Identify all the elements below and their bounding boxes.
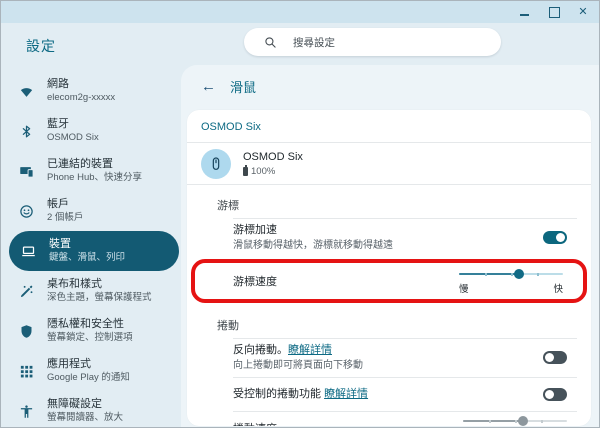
back-icon[interactable]: ← — [201, 79, 216, 94]
section-label-cursor: 游標 — [217, 200, 239, 212]
sidebar-item-sublabel: 深色主題，螢幕保護程式 — [47, 292, 152, 303]
close-icon[interactable]: ✕ — [577, 6, 589, 18]
apps-grid-icon — [20, 365, 33, 377]
sidebar-item-label: 桌布和樣式 — [47, 278, 102, 290]
reverse-scrolling-label: 反向捲動。 — [233, 344, 288, 356]
cursor-speed-row-highlighted: 游標速度 慢 快 — [191, 259, 587, 303]
sidebar-item-label: 已連結的裝置 — [47, 158, 113, 170]
sidebar-item-sublabel: Phone Hub、快速分享 — [47, 172, 143, 183]
search-icon — [265, 36, 276, 48]
cursor-speed-label: 游標速度 — [233, 276, 277, 288]
mouse-avatar — [201, 148, 231, 179]
brush-icon — [20, 285, 33, 297]
slider-tick — [515, 419, 517, 423]
toggle-knob — [545, 389, 554, 399]
device-name: OSMOD Six — [243, 150, 303, 163]
wifi-icon — [20, 87, 33, 97]
sidebar-item-label: 應用程式 — [47, 358, 91, 370]
bluetooth-icon — [22, 125, 31, 137]
slider-tick — [541, 419, 543, 423]
sidebar-item-label: 隱私權和安全性 — [47, 318, 124, 330]
scroll-speed-row: 捲動速度 慢 快 — [187, 411, 591, 426]
account-icon — [20, 204, 33, 218]
sidebar-item-label: 裝置 — [49, 238, 71, 250]
sidebar-item-connected-devices[interactable]: 已連結的裝置 Phone Hub、快速分享 — [1, 151, 181, 191]
page-title: 設定 — [26, 38, 56, 54]
cursor-acceleration-row: 游標加速 滑鼠移動得越快，游標就移動得越遠 — [187, 218, 591, 257]
cursor-acceleration-label: 游標加速 — [233, 224, 277, 236]
sidebar-item-device[interactable]: 裝置鍵盤、滑鼠、列印 — [9, 231, 179, 271]
laptop-icon — [22, 246, 35, 256]
search-placeholder: 搜尋設定 — [293, 36, 335, 49]
slider-track[interactable] — [459, 269, 563, 279]
main-panel: ← 滑鼠 OSMOD Six OSMOD Six 100% 游標 游標加速 滑鼠… — [181, 65, 599, 427]
sidebar-item-bluetooth[interactable]: 藍牙 OSMOD Six — [1, 111, 181, 151]
card-header: OSMOD Six — [187, 110, 591, 143]
slider-fast-label: 快 — [553, 284, 563, 295]
reverse-scrolling-row: 反向捲動。瞭解詳情 向上捲動即可將頁面向下移動 — [187, 338, 591, 377]
battery-percent: 100% — [251, 165, 276, 177]
slider-thumb[interactable] — [514, 269, 525, 279]
controlled-scrolling-label: 受控制的捲動功能 — [233, 388, 321, 400]
slider-thumb — [518, 416, 529, 426]
controlled-scrolling-toggle[interactable] — [543, 387, 567, 401]
scroll-speed-label: 捲動速度 — [233, 422, 463, 426]
slider-tick — [511, 272, 513, 276]
maximize-icon[interactable] — [548, 6, 560, 18]
device-row[interactable]: OSMOD Six 100% — [187, 143, 591, 185]
reverse-scrolling-learn-more-link[interactable]: 瞭解詳情 — [288, 344, 332, 356]
scroll-speed-slider: 慢 快 — [463, 416, 567, 426]
search-input[interactable]: 搜尋設定 — [244, 28, 501, 56]
shield-icon — [21, 324, 32, 338]
section-label-scrolling: 捲動 — [217, 320, 239, 332]
toggle-knob — [556, 233, 565, 242]
sidebar-item-privacy-security[interactable]: 隱私權和安全性 螢幕鎖定、控制選項 — [1, 311, 181, 351]
sidebar-item-sublabel: 螢幕閱讀器、放大 — [47, 412, 124, 423]
sidebar-item-label: 帳戶 — [47, 198, 69, 210]
sidebar-item-label: 網路 — [47, 78, 69, 90]
sidebar-item-sublabel: 螢幕鎖定、控制選項 — [47, 332, 133, 343]
sidebar-item-sublabel: 2 個帳戶 — [47, 212, 84, 223]
sidebar-item-sublabel: elecom2g-xxxxx — [47, 92, 116, 103]
sidebar-item-sublabel: OSMOD Six — [47, 132, 99, 143]
sidebar-item-accessibility[interactable]: 無障礙設定螢幕閱讀器、放大 — [1, 391, 181, 427]
slider-tick — [489, 419, 491, 423]
controlled-scrolling-row: 受控制的捲動功能 瞭解詳情 — [187, 377, 591, 411]
sidebar-item-wallpaper-style[interactable]: 桌布和樣式深色主題，螢幕保護程式 — [1, 271, 181, 311]
breadcrumb: ← 滑鼠 — [181, 65, 599, 106]
reverse-scrolling-description: 向上捲動即可將頁面向下移動 — [233, 360, 363, 371]
cursor-acceleration-description: 滑鼠移動得越快，游標就移動得越遠 — [233, 240, 393, 251]
toggle-knob — [545, 353, 554, 362]
sidebar-item-label: 無障礙設定 — [47, 398, 102, 410]
accessibility-icon — [20, 404, 33, 418]
battery-icon — [243, 164, 248, 176]
slider-slow-label: 慢 — [459, 284, 469, 295]
mouse-settings-card: OSMOD Six OSMOD Six 100% 游標 游標加速 滑鼠移動得越快… — [187, 110, 591, 426]
reverse-scrolling-toggle[interactable] — [543, 351, 567, 364]
sidebar-item-apps[interactable]: 應用程式 Google Play 的通知 — [1, 351, 181, 391]
settings-window: ✕ 設定 搜尋設定 網路 elecom2g-xxxxx 藍牙 OSMOD Six — [0, 0, 600, 428]
minimize-icon[interactable] — [519, 6, 531, 18]
page-heading: 滑鼠 — [230, 80, 257, 95]
sidebar: 網路 elecom2g-xxxxx 藍牙 OSMOD Six 已連結的裝置 Phone… — [1, 71, 181, 427]
settings-app: 設定 搜尋設定 網路 elecom2g-xxxxx 藍牙 OSMOD Six 已連結… — [1, 23, 599, 427]
cursor-speed-slider[interactable]: 慢 快 — [459, 269, 563, 295]
phone-laptop-icon — [20, 166, 34, 178]
window-titlebar[interactable]: ✕ — [1, 1, 599, 23]
slider-tick — [537, 272, 539, 276]
controlled-scrolling-learn-more-link[interactable]: 瞭解詳情 — [324, 388, 368, 400]
mouse-icon — [212, 156, 220, 170]
slider-tick — [485, 272, 487, 276]
sidebar-item-network[interactable]: 網路 elecom2g-xxxxx — [1, 71, 181, 111]
sidebar-item-sublabel: Google Play 的通知 — [47, 372, 130, 383]
sidebar-item-accounts[interactable]: 帳戶 2 個帳戶 — [1, 191, 181, 231]
sidebar-item-sublabel: 鍵盤、滑鼠、列印 — [49, 252, 126, 263]
cursor-acceleration-toggle[interactable] — [543, 231, 567, 244]
slider-track — [463, 416, 567, 426]
sidebar-item-label: 藍牙 — [47, 118, 69, 130]
